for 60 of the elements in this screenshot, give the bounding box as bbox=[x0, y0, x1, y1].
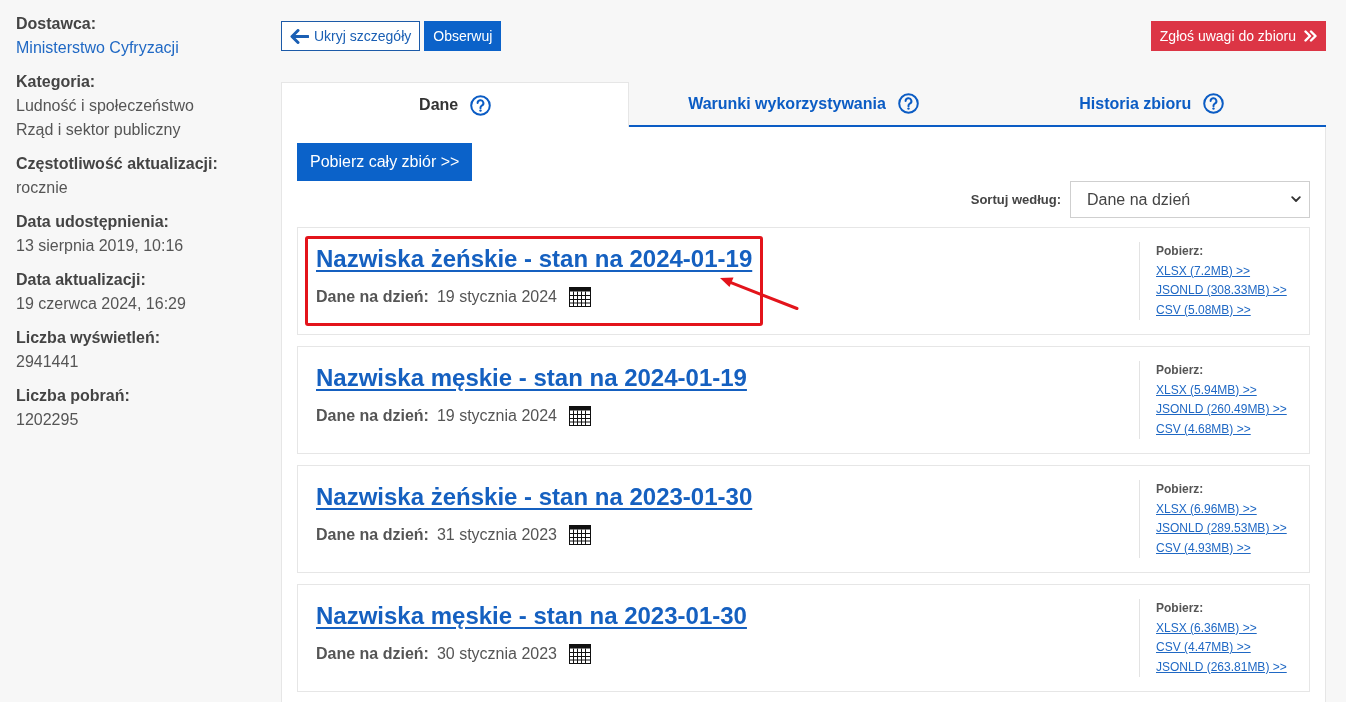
hide-details-button[interactable]: Ukryj szczegóły bbox=[281, 21, 421, 51]
dataset-title-link[interactable]: Nazwiska żeńskie - stan na 2023-01-30 bbox=[316, 483, 753, 511]
download-link[interactable]: XLSX (6.36MB) >> bbox=[1156, 618, 1257, 638]
field-value: 2941441 bbox=[16, 352, 80, 372]
download-link[interactable]: JSONLD (260.49MB) >> bbox=[1156, 400, 1287, 420]
report-button[interactable]: Zgłoś uwagi do zbioru bbox=[1150, 21, 1326, 51]
field-label: Data udostępnienia: bbox=[16, 212, 170, 232]
field-label: Dostawca: bbox=[16, 14, 98, 34]
date-value: 19 stycznia 2024 bbox=[436, 287, 557, 307]
download-link[interactable]: XLSX (6.96MB) >> bbox=[1156, 499, 1257, 519]
download-link[interactable]: CSV (4.93MB) >> bbox=[1156, 538, 1251, 558]
field-label: Data aktualizacji: bbox=[16, 270, 147, 290]
download-label: Pobierz: bbox=[1156, 362, 1204, 379]
field-label: Częstotliwość aktualizacji: bbox=[16, 154, 219, 174]
download-label: Pobierz: bbox=[1156, 600, 1204, 617]
follow-button[interactable]: Obserwuj bbox=[424, 21, 502, 51]
field-value: rocznie bbox=[16, 178, 69, 198]
field-label: Liczba wyświetleń: bbox=[16, 328, 162, 348]
download-label: Pobierz: bbox=[1156, 481, 1204, 498]
sort-label: Sortuj według: bbox=[970, 190, 1061, 209]
field-label: Kategoria: bbox=[16, 72, 97, 92]
date-label: Dane na dzień: bbox=[316, 287, 429, 307]
download-link[interactable]: JSONLD (308.33MB) >> bbox=[1156, 281, 1287, 301]
field-value: 19 czerwca 2024, 16:29 bbox=[16, 294, 187, 314]
date-label: Dane na dzień: bbox=[316, 406, 429, 426]
download-link[interactable]: JSONLD (289.53MB) >> bbox=[1156, 519, 1287, 539]
download-all-button[interactable]: Pobierz cały zbiór >> bbox=[297, 143, 473, 181]
download-link[interactable]: CSV (4.47MB) >> bbox=[1156, 638, 1251, 658]
chevron-down-icon bbox=[1291, 196, 1301, 203]
download-label: Pobierz: bbox=[1156, 243, 1204, 260]
download-link[interactable]: XLSX (7.2MB) >> bbox=[1156, 261, 1251, 281]
date-value: 31 stycznia 2023 bbox=[436, 525, 557, 545]
tab[interactable]: Dane bbox=[281, 82, 630, 127]
dataset-title-link[interactable]: Nazwiska męskie - stan na 2023-01-30 bbox=[316, 602, 747, 630]
calendar-icon bbox=[569, 287, 591, 307]
calendar-icon bbox=[569, 406, 591, 426]
double-chevron-icon bbox=[1304, 30, 1317, 42]
calendar-icon bbox=[569, 525, 591, 545]
field-value: Ludność i społeczeństwo bbox=[16, 96, 195, 116]
help-icon bbox=[897, 93, 919, 114]
date-label: Dane na dzień: bbox=[316, 525, 429, 545]
help-icon bbox=[470, 94, 492, 116]
download-link[interactable]: CSV (5.08MB) >> bbox=[1156, 300, 1251, 320]
date-label: Dane na dzień: bbox=[316, 644, 429, 664]
calendar-icon bbox=[569, 644, 591, 664]
dataset-title-link[interactable]: Nazwiska męskie - stan na 2024-01-19 bbox=[316, 364, 747, 392]
download-link[interactable]: CSV (4.68MB) >> bbox=[1156, 419, 1251, 439]
download-link[interactable]: XLSX (5.94MB) >> bbox=[1156, 380, 1257, 400]
dataset-title-link[interactable]: Nazwiska żeńskie - stan na 2024-01-19 bbox=[316, 245, 753, 273]
field-label: Liczba pobrań: bbox=[16, 386, 131, 406]
date-value: 30 stycznia 2023 bbox=[436, 644, 557, 664]
download-link[interactable]: JSONLD (263.81MB) >> bbox=[1156, 657, 1287, 677]
provider-link[interactable]: Ministerstwo Cyfryzacji bbox=[16, 36, 179, 60]
date-value: 19 stycznia 2024 bbox=[436, 406, 557, 426]
field-value: 13 sierpnia 2019, 10:16 bbox=[16, 236, 185, 256]
field-value: Rząd i sektor publiczny bbox=[16, 120, 182, 140]
arrow-left-icon bbox=[290, 28, 309, 44]
sort-select[interactable]: Dane na dzień bbox=[1070, 181, 1310, 218]
field-value: 1202295 bbox=[16, 410, 80, 430]
help-icon bbox=[1203, 93, 1225, 114]
